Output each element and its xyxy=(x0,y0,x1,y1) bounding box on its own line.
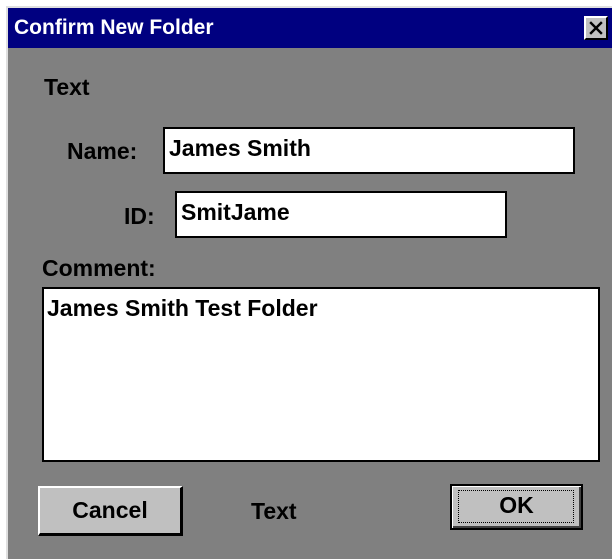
top-text-label: Text xyxy=(44,74,90,100)
comment-textarea[interactable]: James Smith Test Folder xyxy=(42,287,600,462)
name-label: Name: xyxy=(67,138,138,164)
comment-label: Comment: xyxy=(42,255,156,281)
id-label: ID: xyxy=(124,203,155,229)
id-field-value: SmitJame xyxy=(181,199,290,225)
cancel-button-label: Cancel xyxy=(72,497,148,523)
cancel-button[interactable]: Cancel xyxy=(38,486,183,536)
name-field-value: James Smith xyxy=(169,135,311,161)
ok-button[interactable]: OK xyxy=(450,484,583,530)
close-button[interactable] xyxy=(584,16,608,40)
dialog-title: Confirm New Folder xyxy=(14,16,214,39)
name-field[interactable]: James Smith xyxy=(163,127,575,174)
id-field[interactable]: SmitJame xyxy=(175,191,507,238)
bottom-text-label: Text xyxy=(251,498,297,524)
title-bar[interactable]: Confirm New Folder xyxy=(8,8,612,48)
confirm-new-folder-dialog: Confirm New Folder Text Name: James Smit… xyxy=(6,6,612,559)
comment-textarea-value: James Smith Test Folder xyxy=(47,295,318,321)
ok-button-label: OK xyxy=(499,492,534,518)
close-x-icon xyxy=(589,21,603,35)
